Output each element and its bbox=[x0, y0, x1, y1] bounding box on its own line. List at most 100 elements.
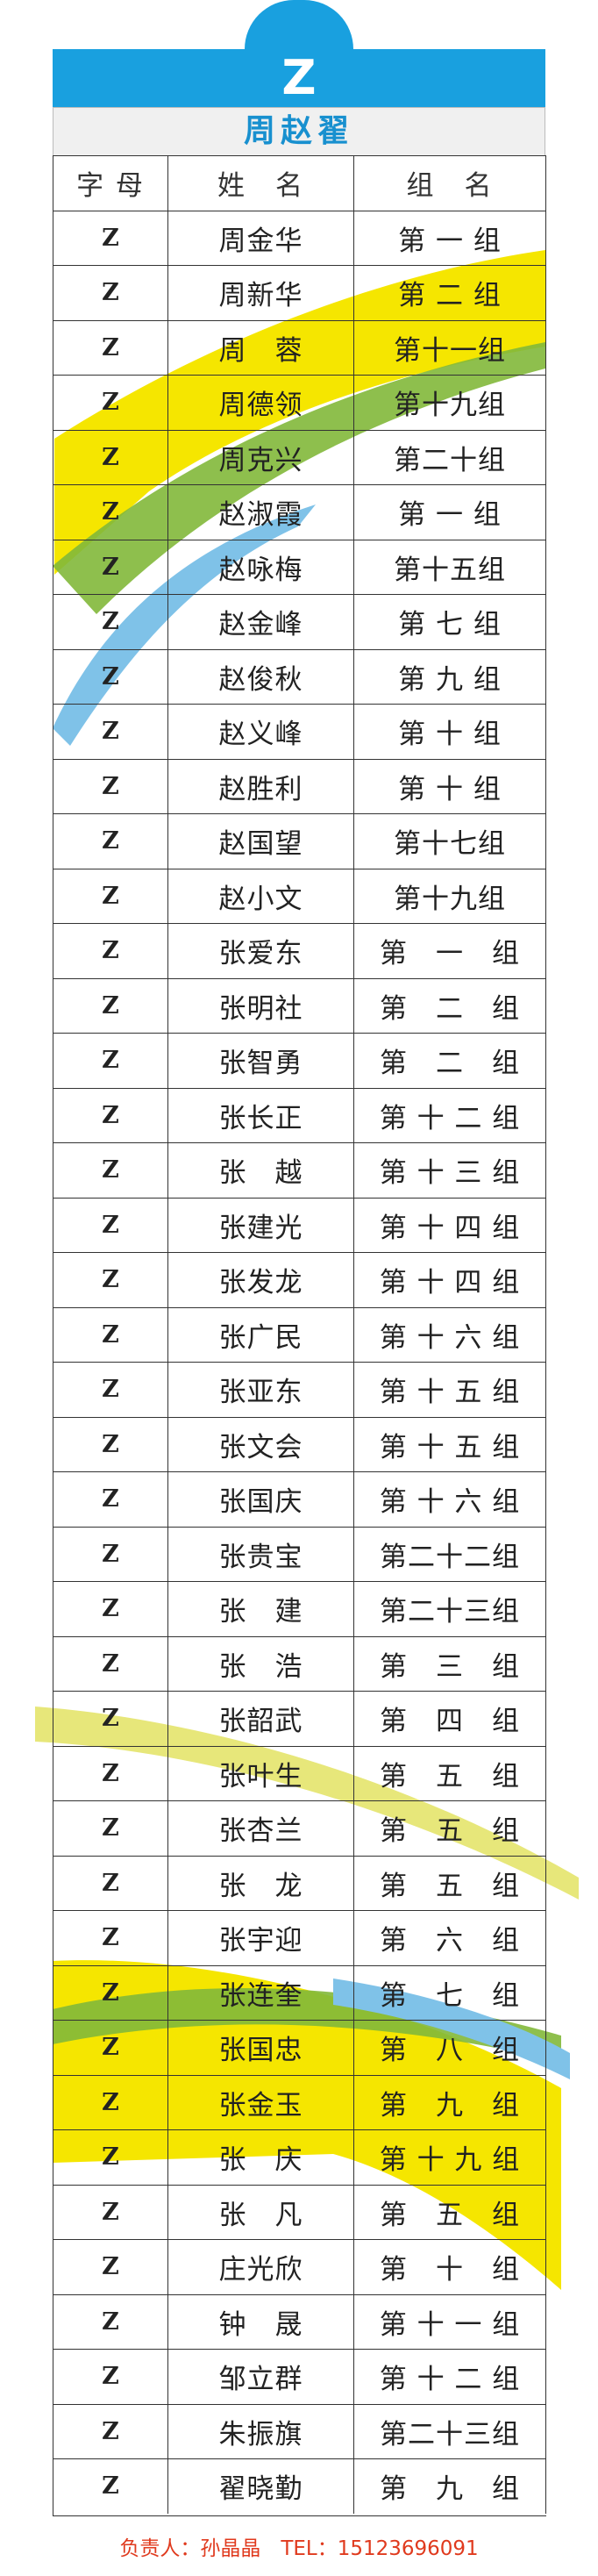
name-cell: 朱振旗 bbox=[168, 2403, 354, 2458]
letter-cell: Z bbox=[53, 1964, 168, 2020]
column-header-name: 姓 名 bbox=[168, 155, 354, 211]
table-row: Z 翟晓勤第 九 组 bbox=[53, 2458, 546, 2514]
table-row: Z 周金华第 一 组 bbox=[53, 210, 546, 265]
table-row: Z 周克兴 第二十组 bbox=[53, 429, 546, 484]
name-cell: 赵淑霞 bbox=[168, 484, 354, 540]
group-cell: 第 七 组 bbox=[354, 1964, 546, 2020]
group-cell: 第十一组 bbox=[354, 319, 546, 375]
name-cell: 赵国望 bbox=[168, 813, 354, 869]
name-cell: 赵义峰 bbox=[168, 704, 354, 759]
name-cell: 翟晓勤 bbox=[168, 2458, 354, 2514]
group-cell: 第二十三组 bbox=[354, 2403, 546, 2458]
letter-cell: Z bbox=[53, 2293, 168, 2349]
name-cell: 张建光 bbox=[168, 1197, 354, 1252]
group-cell: 第 二 组 bbox=[354, 1033, 546, 1088]
group-cell: 第 五 组 bbox=[354, 1800, 546, 1856]
table-row: Z钟 晟第 十 一 组 bbox=[53, 2293, 546, 2349]
table-row: Z 赵小文 第十九组 bbox=[53, 868, 546, 923]
table-row: Z 张文会第 十 五 组 bbox=[53, 1416, 546, 1471]
group-cell: 第 十 组 bbox=[354, 2239, 546, 2294]
letter-cell: Z bbox=[53, 648, 168, 704]
table-row: Z 张杏兰第 五 组 bbox=[53, 1800, 546, 1856]
letter-cell: Z bbox=[53, 539, 168, 594]
letter-cell: Z bbox=[53, 1855, 168, 1910]
name-cell: 周 蓉 bbox=[168, 319, 354, 375]
group-cell: 第十九组 bbox=[354, 375, 546, 430]
table-row: Z 张明社第 二 组 bbox=[53, 977, 546, 1033]
letter-cell: Z bbox=[53, 758, 168, 813]
table-row: Z 赵俊秋第 九 组 bbox=[53, 648, 546, 704]
group-cell: 第 十 九 组 bbox=[354, 2129, 546, 2185]
name-cell: 张爱东 bbox=[168, 923, 354, 978]
letter-cell: Z bbox=[53, 1691, 168, 1746]
letter-cell: Z bbox=[53, 429, 168, 484]
table-row: Z 赵咏梅 第十五组 bbox=[53, 539, 546, 594]
group-cell: 第 三 组 bbox=[354, 1635, 546, 1691]
letter-cell: Z bbox=[53, 2074, 168, 2129]
letter-cell: Z bbox=[53, 868, 168, 923]
table-row: Z 张广民第 十 六 组 bbox=[53, 1306, 546, 1362]
group-cell: 第 十 四 组 bbox=[354, 1252, 546, 1307]
group-cell: 第 六 组 bbox=[354, 1910, 546, 1965]
group-cell: 第 二 组 bbox=[354, 265, 546, 320]
group-cell: 第 十 组 bbox=[354, 758, 546, 813]
table-row: Z 张金玉第 九 组 bbox=[53, 2074, 546, 2129]
name-cell: 张 龙 bbox=[168, 1855, 354, 1910]
name-cell: 张智勇 bbox=[168, 1033, 354, 1088]
name-cell: 周新华 bbox=[168, 265, 354, 320]
group-cell: 第 九 组 bbox=[354, 648, 546, 704]
group-cell: 第 十 五 组 bbox=[354, 1416, 546, 1471]
group-cell: 第 一 组 bbox=[354, 484, 546, 540]
letter-cell: Z bbox=[53, 1471, 168, 1527]
table-row: Z 张发龙第 十 四 组 bbox=[53, 1252, 546, 1307]
name-board: Z 周赵翟 字 母 姓 名 组 名 Z 周金华第 一 组 Z 周新华第 二 组Z周 蓉… bbox=[0, 0, 598, 2576]
table-row: Z 张长正第 十 二 组 bbox=[53, 1087, 546, 1142]
group-cell: 第 十 六 组 bbox=[354, 1471, 546, 1527]
table-row: Z张 浩第 三 组 bbox=[53, 1635, 546, 1691]
group-cell: 第 十 四 组 bbox=[354, 1197, 546, 1252]
letter-cell: Z bbox=[53, 265, 168, 320]
letter-cell: Z bbox=[53, 2239, 168, 2294]
table-row: Z 赵金峰第 七 组 bbox=[53, 594, 546, 649]
name-cell: 张广民 bbox=[168, 1306, 354, 1362]
group-cell: 第十七组 bbox=[354, 813, 546, 869]
group-cell: 第 十 六 组 bbox=[354, 1306, 546, 1362]
table-row: Z 张亚东第 十 五 组 bbox=[53, 1362, 546, 1417]
group-cell: 第 四 组 bbox=[354, 1691, 546, 1746]
letter-cell: Z bbox=[53, 1416, 168, 1471]
letter-cell: Z bbox=[53, 319, 168, 375]
table-row: Z张 凡第 五 组 bbox=[53, 2184, 546, 2239]
footer-contact: 负责人：孙晶晶 TEL：15123696091 bbox=[119, 2537, 479, 2560]
name-cell: 张 浩 bbox=[168, 1635, 354, 1691]
table-row: Z张 龙第 五 组 bbox=[53, 1855, 546, 1910]
letter-cell: Z bbox=[53, 210, 168, 265]
table-row: Z 赵胜利第 十 组 bbox=[53, 758, 546, 813]
name-cell: 赵小文 bbox=[168, 868, 354, 923]
name-cell: 邹立群 bbox=[168, 2349, 354, 2404]
letter-cell: Z bbox=[53, 484, 168, 540]
letter-cell: Z bbox=[53, 2458, 168, 2514]
table-row: Z 庄光欣第 十 组 bbox=[53, 2239, 546, 2294]
letter-cell: Z bbox=[53, 923, 168, 978]
group-cell: 第 九 组 bbox=[354, 2458, 546, 2514]
table-row: Z 张连奎第 七 组 bbox=[53, 1964, 546, 2020]
group-cell: 第二十组 bbox=[354, 429, 546, 484]
name-cell: 赵金峰 bbox=[168, 594, 354, 649]
name-cell: 张金玉 bbox=[168, 2074, 354, 2129]
group-cell: 第二十二组 bbox=[354, 1526, 546, 1581]
name-table: 字 母 姓 名 组 名 Z 周金华第 一 组 Z 周新华第 二 组Z周 蓉第十一组 Z 周… bbox=[53, 155, 546, 2516]
name-cell: 张 凡 bbox=[168, 2184, 354, 2239]
name-cell: 张文会 bbox=[168, 1416, 354, 1471]
table-row: Z 张国忠第 八 组 bbox=[53, 2020, 546, 2075]
letter-cell: Z bbox=[53, 1033, 168, 1088]
name-cell: 张明社 bbox=[168, 977, 354, 1033]
letter-cell: Z bbox=[53, 594, 168, 649]
group-cell: 第 五 组 bbox=[354, 2184, 546, 2239]
table-row: Z 邹立群第 十 二 组 bbox=[53, 2349, 546, 2404]
name-cell: 庄光欣 bbox=[168, 2239, 354, 2294]
name-cell: 张国忠 bbox=[168, 2020, 354, 2075]
table-row: Z 朱振旗 第二十三组 bbox=[53, 2403, 546, 2458]
name-cell: 张发龙 bbox=[168, 1252, 354, 1307]
name-cell: 张长正 bbox=[168, 1087, 354, 1142]
table-row: Z 赵义峰第 十 组 bbox=[53, 704, 546, 759]
